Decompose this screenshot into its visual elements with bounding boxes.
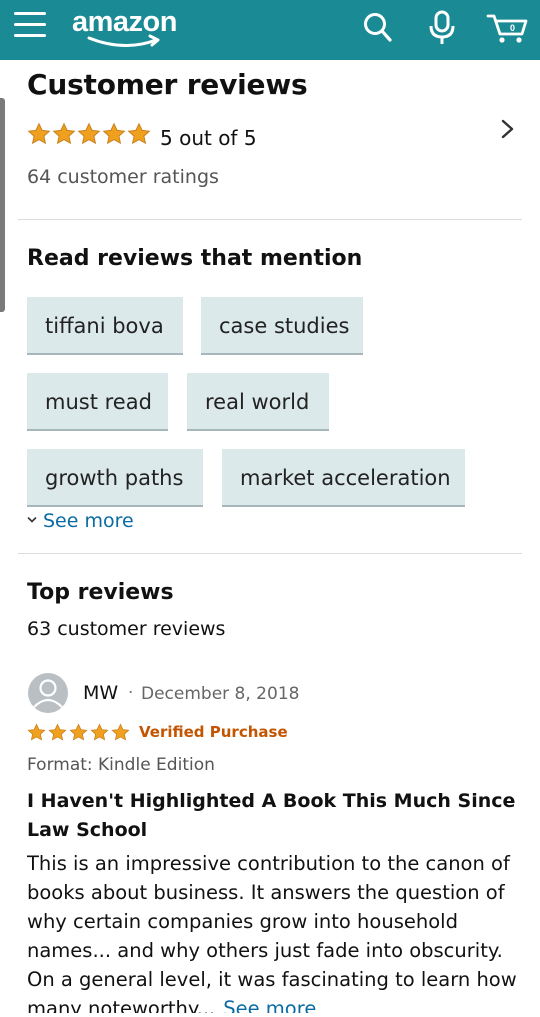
top-nav-bar: amazon 0 [0, 0, 540, 60]
review-author[interactable]: MW [83, 682, 118, 704]
logo-smile-icon [87, 34, 160, 48]
review-body-text: This is an impressive contribution to th… [27, 852, 517, 1013]
user-avatar-icon [33, 679, 63, 708]
top-reviews-heading: Top reviews [27, 580, 174, 605]
review-body: This is an impressive contribution to th… [27, 849, 522, 1013]
mention-chip[interactable]: must read [27, 373, 168, 431]
svg-text:0: 0 [510, 23, 515, 33]
search-icon[interactable] [362, 10, 394, 44]
divider [18, 219, 522, 220]
review-date: December 8, 2018 [141, 684, 300, 704]
review-stars [27, 723, 131, 746]
avatar[interactable] [28, 673, 68, 713]
rating-stars [27, 122, 151, 150]
mention-chip[interactable]: growth paths [27, 449, 203, 507]
hamburger-menu-icon[interactable] [14, 12, 50, 42]
amazon-logo[interactable]: amazon [72, 6, 177, 52]
divider [18, 553, 522, 554]
review-see-more-link[interactable]: See more [215, 997, 316, 1013]
scroll-indicator[interactable] [0, 98, 5, 312]
mentions-heading: Read reviews that mention [27, 246, 363, 271]
separator-dot: · [128, 683, 134, 703]
microphone-icon[interactable] [428, 10, 456, 46]
ratings-count: 64 customer ratings [27, 166, 219, 188]
mention-chip[interactable]: real world [187, 373, 329, 431]
reviews-count: 63 customer reviews [27, 618, 226, 640]
review-title[interactable]: I Haven't Highlighted A Book This Much S… [27, 787, 517, 845]
review-format: Format: Kindle Edition [27, 755, 215, 775]
see-more-link[interactable]: See more [43, 510, 134, 532]
verified-purchase-badge: Verified Purchase [139, 723, 288, 741]
cart-icon[interactable]: 0 [486, 10, 528, 46]
mention-chip[interactable]: case studies [201, 297, 363, 355]
customer-reviews-heading: Customer reviews [27, 68, 308, 101]
mention-chip[interactable]: tiffani bova [27, 297, 183, 355]
rating-text[interactable]: 5 out of 5 [160, 126, 257, 150]
mention-chip[interactable]: market acceleration [222, 449, 465, 507]
chevron-right-icon[interactable] [500, 118, 516, 140]
chevron-down-icon [27, 517, 37, 523]
